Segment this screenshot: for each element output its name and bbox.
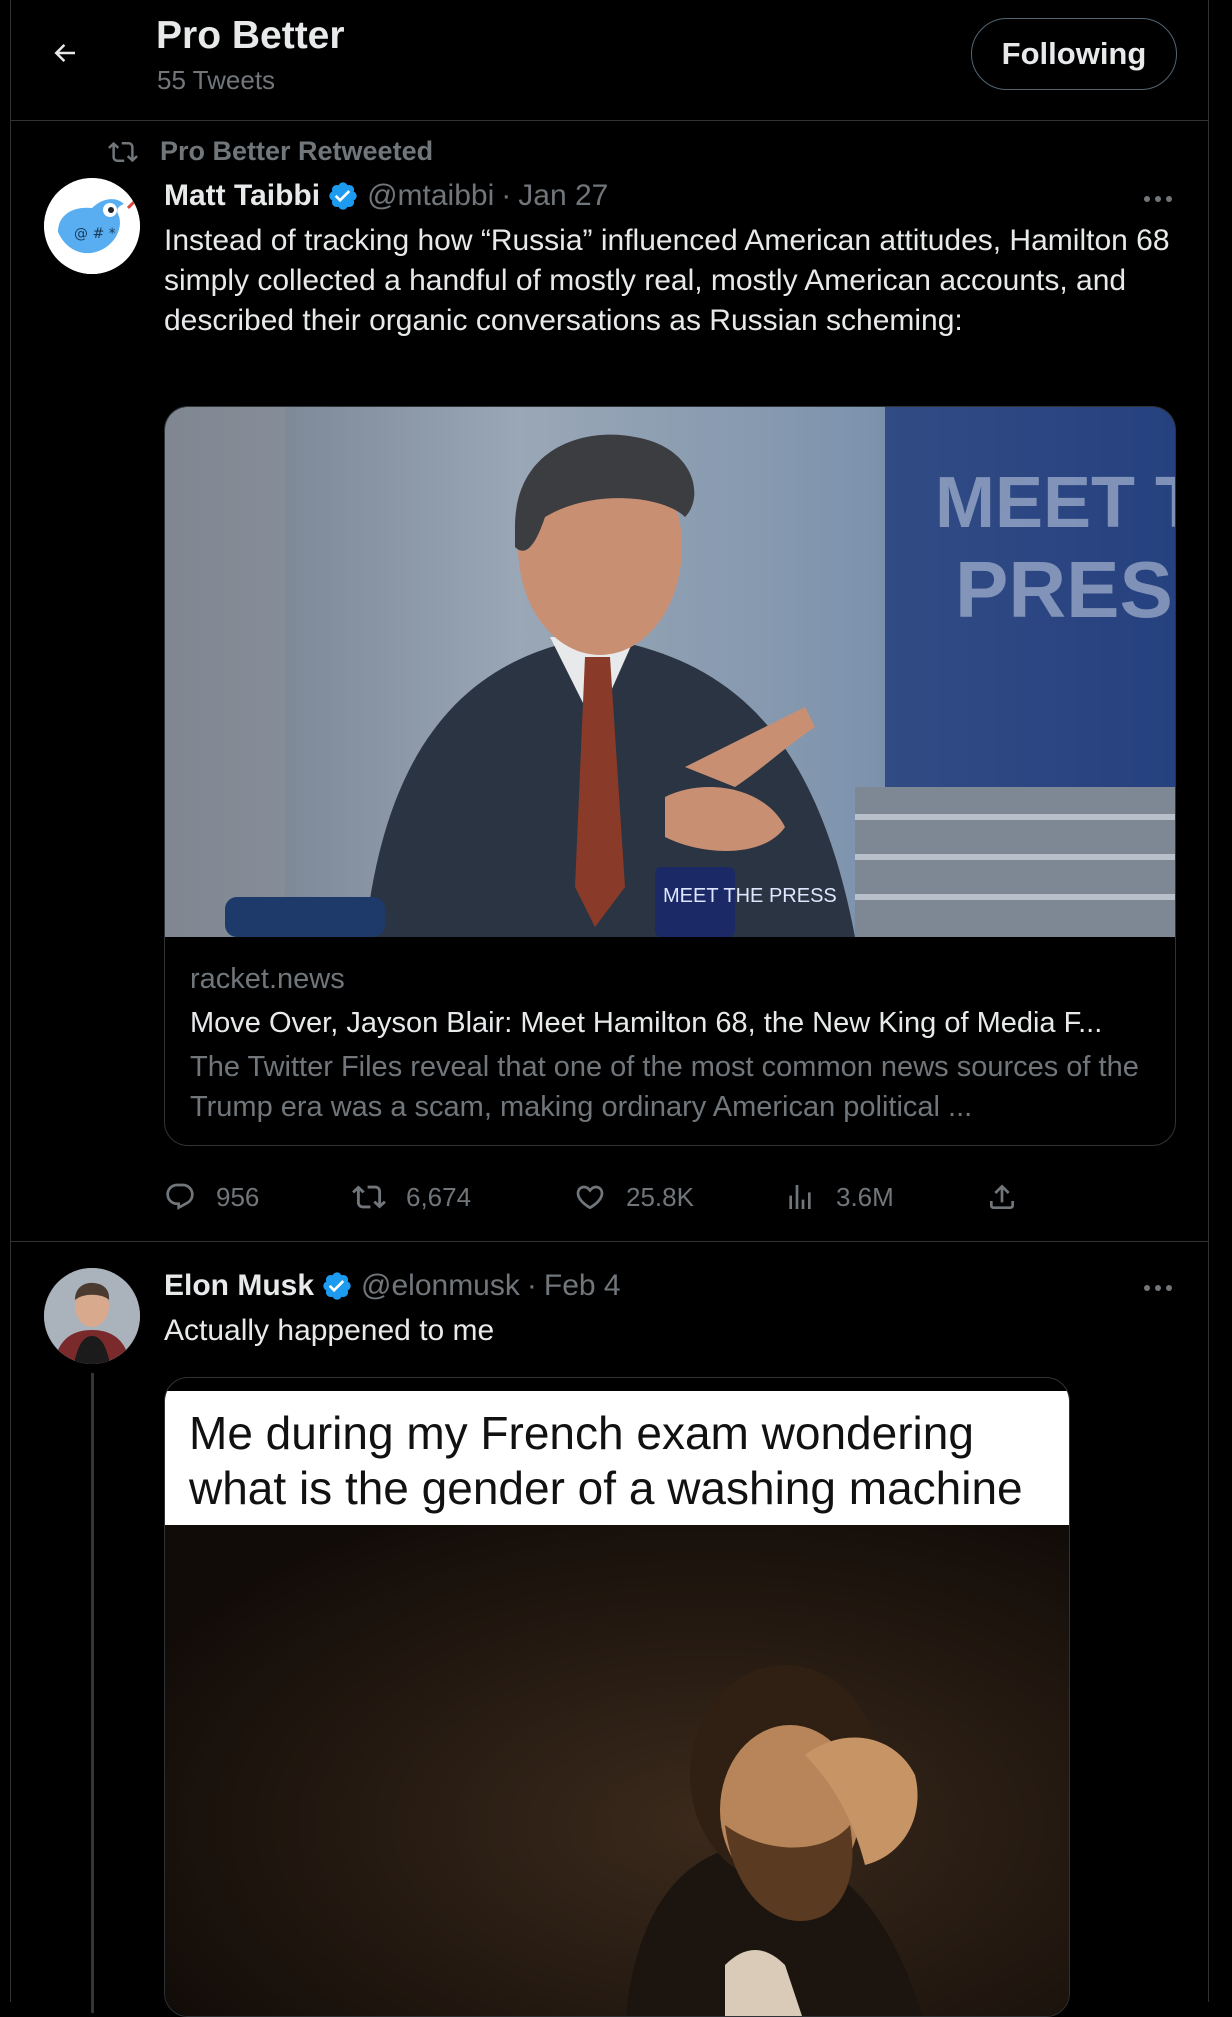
author-name[interactable]: Matt Taibbi bbox=[164, 179, 320, 213]
more-icon bbox=[1144, 196, 1172, 202]
retweet-icon bbox=[108, 141, 138, 162]
separator: · bbox=[526, 1269, 537, 1302]
author-handle[interactable]: @mtaibbi bbox=[367, 179, 494, 213]
tweet[interactable]: Elon Musk @elonmusk · Feb 4 Actually hap… bbox=[11, 1243, 1208, 2017]
author-name[interactable]: Elon Musk bbox=[164, 1269, 314, 1303]
reply-icon bbox=[166, 1183, 194, 1210]
tweet-date[interactable]: Feb 4 bbox=[544, 1269, 621, 1303]
verified-badge-icon bbox=[321, 1270, 353, 1302]
bird-avatar-icon: @ # * bbox=[44, 178, 140, 274]
like-button[interactable]: 25.8K bbox=[574, 1175, 694, 1219]
profile-name: Pro Better bbox=[156, 14, 345, 57]
tweet-actions: 956 6,674 25.8K 3.6M bbox=[164, 1175, 1024, 1219]
card-title: Move Over, Jayson Blair: Meet Hamilton 6… bbox=[190, 1007, 1103, 1039]
backdrop-text-line1: MEET THE bbox=[935, 463, 1176, 543]
avatar[interactable] bbox=[44, 1268, 140, 1364]
reply-count: 956 bbox=[216, 1181, 260, 1212]
person-avatar-icon bbox=[44, 1268, 140, 1364]
views-button[interactable]: 3.6M bbox=[784, 1175, 894, 1219]
separator: · bbox=[501, 179, 512, 212]
painting-image bbox=[165, 1525, 1069, 2016]
card-description: The Twitter Files reveal that one of the… bbox=[190, 1051, 1139, 1123]
more-options-button[interactable] bbox=[1138, 184, 1178, 214]
tweet[interactable]: Pro Better Retweeted @ # * Matt Taibbi @… bbox=[11, 122, 1208, 1242]
meme-caption: Me during my French exam wondering what … bbox=[165, 1391, 1069, 1525]
following-button[interactable]: Following bbox=[971, 18, 1177, 90]
share-button[interactable] bbox=[986, 1175, 1038, 1219]
link-card[interactable]: MEET THE PRESS MEET THE PRESS bbox=[164, 406, 1176, 1146]
author-handle[interactable]: @elonmusk bbox=[361, 1269, 520, 1303]
retweet-label: Pro Better Retweeted bbox=[160, 136, 434, 166]
verified-badge-icon bbox=[327, 180, 359, 212]
card-image: MEET THE PRESS MEET THE PRESS bbox=[165, 407, 1175, 937]
tweet-header: Matt Taibbi @mtaibbi · Jan 27 bbox=[164, 179, 608, 213]
backdrop-text-line2: PRESS bbox=[955, 545, 1176, 634]
tweet-text: Actually happened to me bbox=[164, 1314, 495, 1347]
tweet-text: Instead of tracking how “Russia” influen… bbox=[164, 224, 1170, 337]
thread-connector bbox=[91, 1373, 94, 2013]
card-domain: racket.news bbox=[190, 963, 345, 995]
like-count: 25.8K bbox=[626, 1181, 694, 1212]
share-icon bbox=[990, 1184, 1014, 1209]
svg-text:@ # *: @ # * bbox=[74, 226, 116, 242]
avatar[interactable]: @ # * bbox=[44, 178, 140, 274]
timeline-column: Pro Better 55 Tweets Following Pro Bette… bbox=[10, 0, 1209, 2017]
retweet-count: 6,674 bbox=[406, 1181, 472, 1212]
arrow-left-icon bbox=[54, 43, 75, 63]
more-options-button[interactable] bbox=[1138, 1273, 1178, 1303]
retweet-context: Pro Better Retweeted bbox=[108, 136, 433, 167]
more-icon bbox=[1144, 1285, 1172, 1291]
retweet-button[interactable]: 6,674 bbox=[352, 1175, 471, 1219]
view-count: 3.6M bbox=[836, 1181, 894, 1212]
mug-text: MEET THE PRESS bbox=[663, 885, 837, 907]
profile-header: Pro Better 55 Tweets Following bbox=[11, 0, 1208, 121]
tweet-count: 55 Tweets bbox=[157, 65, 276, 95]
tweet-header: Elon Musk @elonmusk · Feb 4 bbox=[164, 1269, 621, 1303]
retweet-icon bbox=[352, 1185, 386, 1209]
reply-button[interactable]: 956 bbox=[164, 1175, 259, 1219]
views-chart-icon bbox=[789, 1185, 811, 1209]
heart-icon bbox=[576, 1185, 604, 1210]
back-button[interactable] bbox=[39, 27, 91, 79]
tweet-date[interactable]: Jan 27 bbox=[518, 179, 608, 213]
tweet-image[interactable]: Me during my French exam wondering what … bbox=[164, 1377, 1070, 2017]
